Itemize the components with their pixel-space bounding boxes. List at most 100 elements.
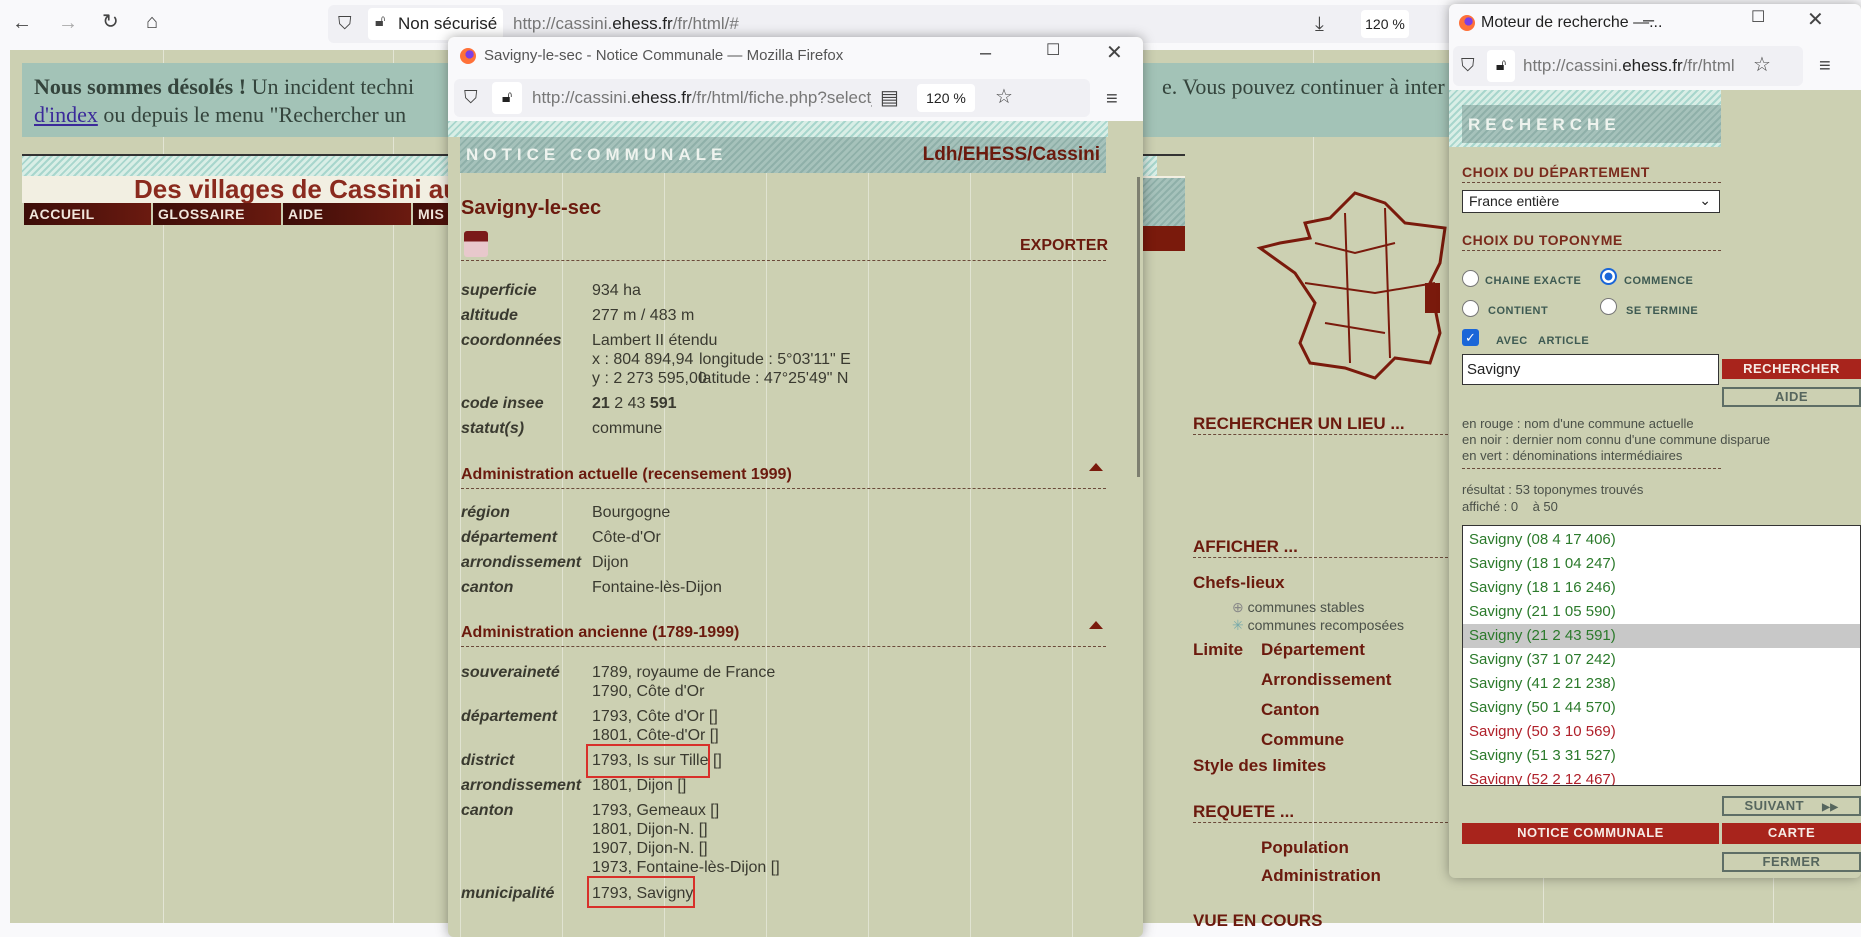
- map-button[interactable]: CARTE: [1722, 823, 1861, 844]
- fast-forward-icon: ▶▶: [1822, 802, 1839, 813]
- shield-icon[interactable]: ⛉: [338, 14, 352, 32]
- firefox-icon: [460, 47, 476, 65]
- commune-name: Savigny-le-sec: [461, 197, 602, 219]
- notice-url[interactable]: http://cassini.ehess.fr/fr/html/fiche.ph…: [532, 88, 872, 108]
- download-icon[interactable]: ⤓: [1315, 14, 1324, 34]
- search-titlebar[interactable]: Moteur de recherche —... – ☐ ✕: [1449, 4, 1861, 42]
- search-window: Moteur de recherche —... – ☐ ✕ ⛉ 🔓︎ http…: [1449, 4, 1861, 878]
- section-admin-current: Administration actuelle (recensement 199…: [461, 466, 1106, 489]
- result-item[interactable]: Savigny (51 3 31 527): [1463, 744, 1860, 768]
- france-map[interactable]: [1255, 183, 1455, 383]
- zoom-level[interactable]: 120 %: [1361, 10, 1409, 38]
- collapse-up-icon[interactable]: [1089, 621, 1103, 629]
- close-icon[interactable]: ✕: [1106, 43, 1123, 63]
- bookmark-star-icon[interactable]: ☆: [995, 87, 1013, 107]
- chevron-down-icon: ⌄: [1699, 192, 1711, 208]
- menu-limit-style[interactable]: Style des limites: [1193, 756, 1326, 776]
- result-item[interactable]: Savigny (52 2 12 467): [1463, 768, 1860, 785]
- notice-address-bar[interactable]: ⛉ 🔓︎ http://cassini.ehess.fr/fr/html/fic…: [454, 79, 1090, 117]
- help-button[interactable]: AIDE: [1722, 387, 1861, 407]
- radio-ends[interactable]: [1600, 298, 1617, 315]
- search-url[interactable]: http://cassini.ehess.fr/fr/html: [1523, 56, 1745, 76]
- next-button[interactable]: SUIVANT ▶▶: [1722, 796, 1861, 816]
- toponym-input[interactable]: Savigny: [1462, 354, 1719, 385]
- export-link[interactable]: EXPORTER: [1020, 237, 1108, 255]
- bookmark-star-icon[interactable]: ☆: [1753, 55, 1771, 75]
- maximize-icon[interactable]: ☐: [1046, 43, 1060, 59]
- insecure-lock-icon: 🔓︎: [375, 13, 386, 30]
- limit-departement[interactable]: Département: [1261, 640, 1365, 660]
- radio-contains[interactable]: [1462, 300, 1479, 317]
- result-item[interactable]: Savigny (41 2 21 238): [1463, 672, 1860, 696]
- limit-commune[interactable]: Commune: [1261, 730, 1344, 750]
- forward-icon[interactable]: →: [58, 13, 78, 33]
- notice-titlebar[interactable]: Savigny-le-sec - Notice Communale — Mozi…: [448, 37, 1143, 75]
- menu-search-place[interactable]: RECHERCHER UN LIEU ...: [1193, 414, 1448, 435]
- limit-canton[interactable]: Canton: [1261, 700, 1320, 720]
- security-indicator[interactable]: 🔓︎ Non sécurisé: [368, 8, 503, 40]
- result-item[interactable]: Savigny (50 1 44 570): [1463, 696, 1860, 720]
- search-button[interactable]: RECHERCHER: [1722, 359, 1861, 379]
- nav-glossaire[interactable]: GLOSSAIRE: [153, 203, 281, 225]
- nav-accueil[interactable]: ACCUEIL: [24, 203, 151, 225]
- close-button[interactable]: FERMER: [1722, 852, 1861, 872]
- menu-chefs-lieux[interactable]: Chefs-lieux: [1193, 573, 1285, 593]
- nav-aide[interactable]: AIDE: [283, 203, 411, 225]
- minimize-icon[interactable]: –: [980, 43, 991, 63]
- firefox-icon: [1459, 14, 1475, 32]
- stable-icon: ⊕: [1232, 599, 1248, 615]
- url-text[interactable]: http://cassini.ehess.fr/fr/html/#: [513, 14, 739, 34]
- result-item[interactable]: Savigny (50 3 10 569): [1463, 720, 1860, 744]
- highlighted-region: [1425, 283, 1440, 313]
- side-block-red: [1143, 226, 1185, 251]
- menu-requete: REQUETE ...: [1193, 802, 1448, 823]
- result-item[interactable]: Savigny (21 1 05 590): [1463, 600, 1860, 624]
- menu-icon[interactable]: ≡: [1106, 89, 1118, 109]
- section-admin-old: Administration ancienne (1789-1999): [461, 624, 1106, 647]
- recomposed-icon: ✳: [1232, 617, 1248, 633]
- scrollbar[interactable]: [1137, 177, 1140, 477]
- insecure-lock-icon[interactable]: 🔓︎: [1487, 50, 1515, 82]
- shield-icon[interactable]: ⛉: [464, 88, 478, 106]
- notice-zoom-level[interactable]: 120 %: [917, 84, 975, 112]
- side-block: [1143, 178, 1185, 228]
- close-icon[interactable]: ✕: [1807, 10, 1824, 30]
- insee-code: 21 2 43 591: [592, 395, 677, 412]
- menu-icon[interactable]: ≡: [1819, 56, 1831, 76]
- minimize-icon[interactable]: –: [1643, 10, 1654, 30]
- requete-administration[interactable]: Administration: [1261, 866, 1381, 886]
- result-item[interactable]: Savigny (21 2 43 591): [1463, 624, 1860, 648]
- reload-icon[interactable]: ↻: [102, 12, 119, 32]
- menu-limite: Limite: [1193, 640, 1244, 659]
- printer-icon[interactable]: [464, 231, 488, 257]
- legend-recomposed: ✳ communes recomposées: [1232, 617, 1405, 633]
- collapse-up-icon[interactable]: [1089, 463, 1103, 471]
- back-icon[interactable]: ←: [12, 13, 32, 33]
- result-item[interactable]: Savigny (18 1 16 246): [1463, 576, 1860, 600]
- reader-view-icon[interactable]: ▤: [880, 88, 899, 108]
- notice-header: NOTICE COMMUNALE Ldh/EHESS/Cassini: [460, 137, 1106, 173]
- requete-population[interactable]: Population: [1261, 838, 1349, 858]
- notice-button[interactable]: NOTICE COMMUNALE: [1462, 823, 1719, 844]
- result-item[interactable]: Savigny (18 1 04 247): [1463, 552, 1860, 576]
- highlight-box-municipalite: [587, 876, 695, 908]
- result-item[interactable]: Savigny (37 1 07 242): [1463, 648, 1860, 672]
- result-item[interactable]: Savigny (08 4 17 406): [1463, 528, 1860, 552]
- results-list[interactable]: Savigny (08 4 17 406) Savigny (18 1 04 24…: [1462, 525, 1861, 786]
- notice-toolbar: ⛉ 🔓︎ http://cassini.ehess.fr/fr/html/fic…: [448, 75, 1143, 121]
- radio-exact[interactable]: [1462, 270, 1479, 287]
- insecure-lock-icon[interactable]: 🔓︎: [492, 82, 522, 114]
- index-link[interactable]: d'index: [34, 102, 98, 127]
- notice-content: NOTICE COMMUNALE Ldh/EHESS/Cassini Savig…: [448, 121, 1143, 937]
- menu-vue: VUE EN COURS: [1193, 911, 1323, 930]
- search-address-bar[interactable]: ⛉ 🔓︎ http://cassini.ehess.fr/fr/html ☆: [1453, 46, 1803, 86]
- department-select[interactable]: France entière ⌄: [1462, 190, 1720, 213]
- search-toolbar: ⛉ 🔓︎ http://cassini.ehess.fr/fr/html ☆ ≡: [1449, 42, 1861, 90]
- home-icon[interactable]: ⌂: [146, 12, 158, 32]
- radio-starts[interactable]: [1600, 268, 1617, 285]
- menu-display: AFFICHER ...: [1193, 537, 1448, 558]
- article-checkbox[interactable]: ✓: [1462, 329, 1479, 346]
- limit-arrondissement[interactable]: Arrondissement: [1261, 670, 1391, 690]
- shield-icon[interactable]: ⛉: [1461, 56, 1475, 74]
- maximize-icon[interactable]: ☐: [1751, 10, 1765, 26]
